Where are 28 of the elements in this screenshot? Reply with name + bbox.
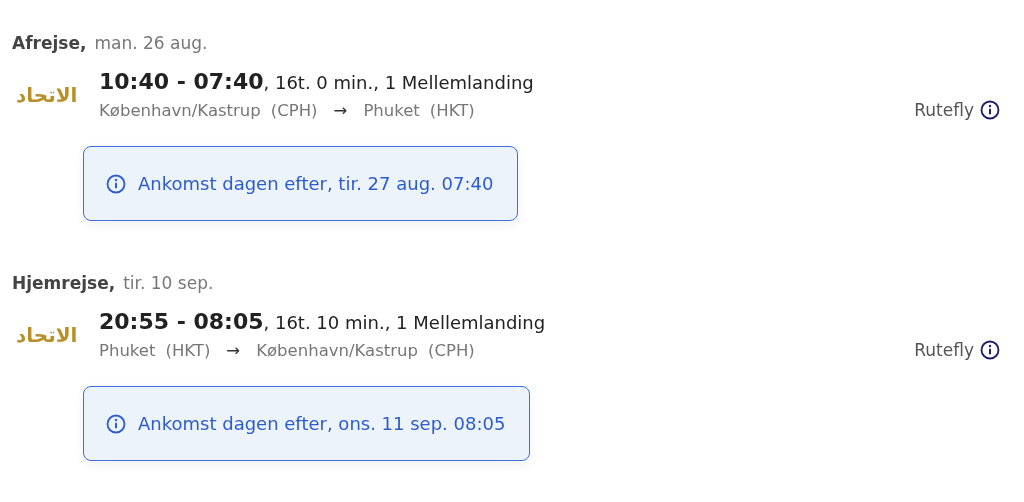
destination-code: (HKT): [429, 101, 475, 120]
flight-times: 20:55 - 08:05: [99, 309, 264, 334]
origin-city: Phuket: [99, 341, 156, 360]
info-icon: [106, 173, 126, 194]
info-icon[interactable]: [980, 339, 1000, 360]
fare-type: Rutefly: [914, 339, 974, 360]
destination-code: (CPH): [427, 341, 475, 360]
notice-text: Ankomst dagen efter, ons. 11 sep. 08:05: [138, 413, 506, 434]
origin-code: (HKT): [165, 341, 211, 360]
info-icon[interactable]: [980, 99, 1000, 120]
airline-logo: الاتحاد: [16, 82, 78, 107]
origin-code: (CPH): [270, 101, 318, 120]
destination-city: Phuket: [363, 101, 420, 120]
route-arrow: →: [333, 101, 348, 120]
origin-city: København/Kastrup: [99, 101, 261, 120]
route-arrow: →: [226, 341, 241, 360]
airline-logo: الاتحاد: [16, 322, 78, 347]
flight-details: , 16t. 10 min., 1 Mellemlanding: [263, 312, 546, 333]
destination-city: København/Kastrup: [256, 341, 418, 360]
leg-label: Hjemrejse,: [12, 273, 116, 293]
flight-details: , 16t. 0 min., 1 Mellemlanding: [263, 72, 534, 93]
leg-label: Afrejse,: [12, 33, 87, 53]
info-icon: [106, 413, 126, 434]
fare-type: Rutefly: [914, 99, 974, 120]
flight-times: 10:40 - 07:40: [99, 69, 264, 94]
leg-date: tir. 10 sep.: [123, 273, 214, 293]
leg-date: man. 26 aug.: [94, 33, 208, 53]
notice-text: Ankomst dagen efter, tir. 27 aug. 07:40: [138, 173, 494, 194]
